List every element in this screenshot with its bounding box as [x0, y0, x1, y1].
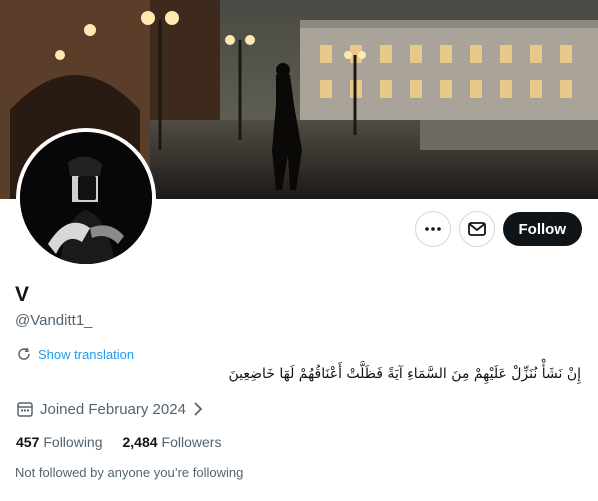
- join-date-label: Joined February 2024: [40, 400, 186, 418]
- more-icon: [424, 227, 441, 231]
- profile-actions: Follow: [414, 211, 582, 247]
- translate-icon: [18, 347, 30, 360]
- follow-button[interactable]: Follow: [502, 212, 582, 246]
- following-count: 457: [16, 434, 40, 450]
- user-handle: @Vanditt1_: [15, 312, 93, 329]
- followers-link[interactable]: 2,484 Followers: [123, 434, 222, 450]
- display-name: V: [15, 283, 30, 306]
- show-translation-link[interactable]: Show translation: [16, 346, 134, 362]
- message-button[interactable]: [458, 211, 495, 247]
- following-link[interactable]: 457 Following: [16, 434, 103, 450]
- more-button[interactable]: [414, 211, 451, 247]
- join-date: Joined February 2024: [16, 400, 204, 418]
- chevron-right-icon[interactable]: [192, 402, 204, 416]
- profile-bio: إِنْ نَشَأْ نُنَزِّلْ عَلَيْهِمْ مِنَ ال…: [228, 366, 581, 382]
- calendar-icon: [17, 402, 33, 417]
- avatar-image: [20, 132, 152, 264]
- followed-by-note: Not followed by anyone you’re following: [15, 465, 244, 480]
- avatar[interactable]: [16, 128, 156, 268]
- follow-stats: 457 Following 2,484 Followers: [16, 434, 221, 450]
- followers-count: 2,484: [122, 434, 158, 450]
- followers-label: Followers: [161, 434, 222, 450]
- mail-icon: [467, 222, 486, 236]
- show-translation-label[interactable]: Show translation: [38, 347, 134, 362]
- following-label: Following: [43, 434, 103, 450]
